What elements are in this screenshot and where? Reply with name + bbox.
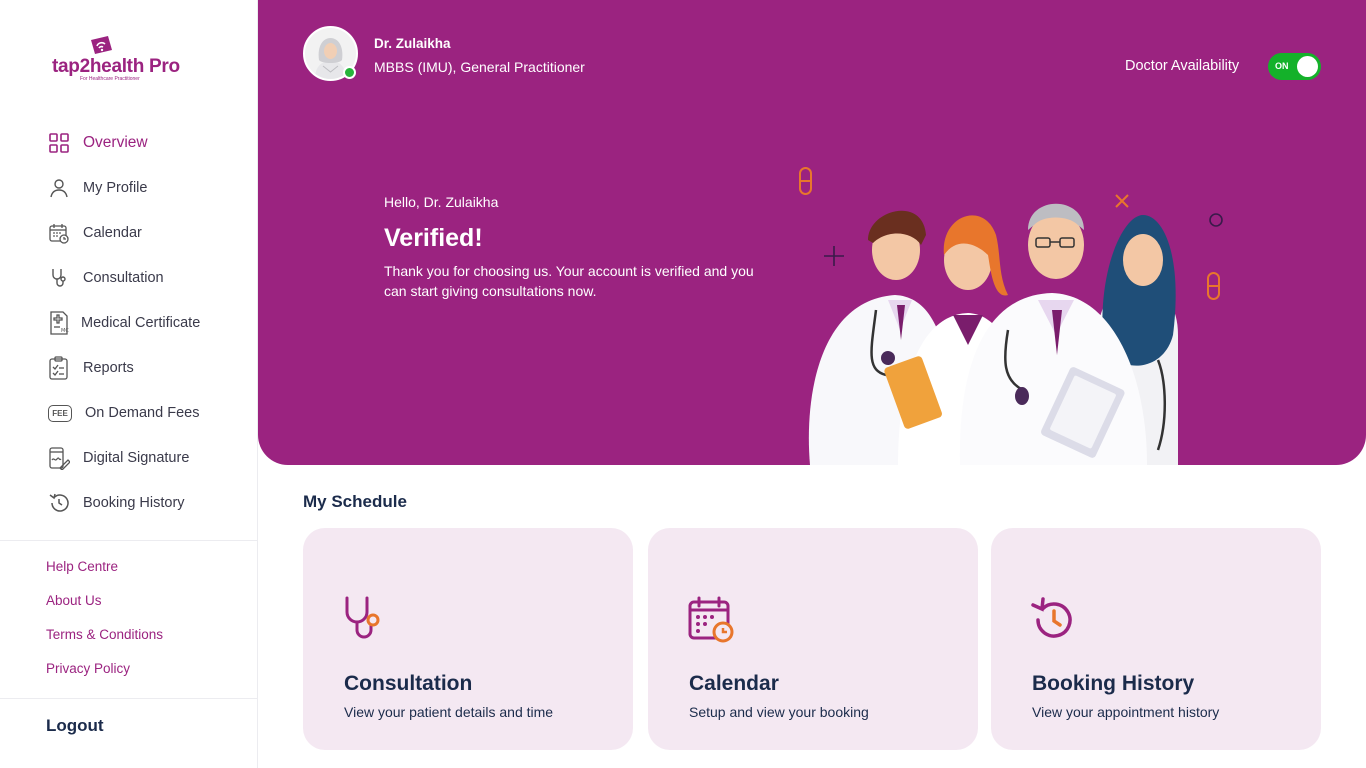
- sidebar-item-label: Reports: [83, 360, 134, 376]
- card-title: Calendar: [689, 672, 779, 695]
- schedule-card-calendar[interactable]: Calendar Setup and view your booking: [648, 528, 978, 750]
- sidebar-divider: [0, 698, 257, 699]
- sidebar-item-my-profile[interactable]: My Profile: [46, 173, 147, 203]
- verified-message: Thank you for choosing us. Your account …: [384, 263, 754, 299]
- toggle-knob: [1297, 56, 1318, 77]
- schedule-card-booking-history[interactable]: Booking History View your appointment hi…: [991, 528, 1321, 750]
- doctor-name: Dr. Zulaikha: [374, 36, 451, 51]
- sidebar-item-consultation[interactable]: Consultation: [46, 263, 164, 293]
- card-subtitle: Setup and view your booking: [689, 704, 869, 720]
- link-about-us[interactable]: About Us: [46, 593, 102, 608]
- brand-name: tap2health Pro: [52, 56, 180, 77]
- availability-label: Doctor Availability: [1125, 58, 1240, 74]
- stethoscope-icon: [46, 265, 72, 291]
- sidebar-item-label: Booking History: [83, 495, 185, 511]
- signature-icon: [46, 445, 72, 471]
- history-icon: [1031, 597, 1072, 638]
- sidebar-item-label: Consultation: [83, 270, 164, 286]
- schedule-card-consultation[interactable]: Consultation View your patient details a…: [303, 528, 633, 750]
- availability-toggle[interactable]: ON: [1268, 53, 1321, 80]
- sidebar-item-medical-certificate[interactable]: MC Medical Certificate: [46, 308, 200, 338]
- sidebar-item-label: Medical Certificate: [81, 315, 201, 331]
- sidebar-divider: [0, 540, 257, 541]
- card-title: Consultation: [344, 672, 473, 695]
- link-privacy-policy[interactable]: Privacy Policy: [46, 661, 130, 676]
- online-status-dot: [343, 66, 356, 79]
- greeting-text: Hello, Dr. Zulaikha: [384, 194, 499, 210]
- brand-tagline: For Healthcare Practitioner: [80, 76, 140, 82]
- brand-logo[interactable]: tap2health Pro For Healthcare Practition…: [52, 36, 192, 86]
- sidebar-item-label: Overview: [83, 134, 148, 151]
- svg-text:MC: MC: [61, 328, 69, 334]
- history-icon: [46, 490, 72, 516]
- sidebar-item-reports[interactable]: Reports: [46, 353, 134, 383]
- sidebar-item-label: Calendar: [83, 225, 142, 241]
- link-terms-conditions[interactable]: Terms & Conditions: [46, 627, 163, 642]
- sidebar-item-overview[interactable]: Overview: [46, 128, 148, 158]
- logout-button[interactable]: Logout: [46, 716, 104, 736]
- calendar-icon: [46, 220, 72, 246]
- sidebar-item-booking-history[interactable]: Booking History: [46, 488, 185, 518]
- schedule-title: My Schedule: [303, 492, 407, 511]
- sidebar-item-label: Digital Signature: [83, 450, 190, 466]
- calendar-clock-icon: [688, 596, 734, 643]
- stethoscope-icon: [345, 596, 380, 639]
- sidebar-item-label: My Profile: [83, 180, 148, 196]
- card-title: Booking History: [1032, 672, 1195, 695]
- grid-icon: [46, 130, 72, 156]
- welcome-banner: Dr. Zulaikha MBBS (IMU), General Practit…: [258, 0, 1366, 465]
- doctors-illustration: [799, 167, 1223, 465]
- doctor-qualification: MBBS (IMU), General Practitioner: [374, 59, 585, 75]
- sidebar-item-calendar[interactable]: Calendar: [46, 218, 142, 248]
- certificate-icon: MC: [46, 310, 72, 336]
- user-icon: [46, 175, 72, 201]
- card-subtitle: View your patient details and time: [344, 704, 554, 720]
- sidebar-item-digital-signature[interactable]: Digital Signature: [46, 443, 189, 473]
- logo-mark-icon: [91, 36, 112, 54]
- sidebar: tap2health Pro For Healthcare Practition…: [0, 0, 258, 768]
- fee-icon-label: FEE: [48, 404, 72, 422]
- fee-icon: FEE: [46, 400, 74, 426]
- clipboard-icon: [46, 355, 72, 381]
- toggle-state-label: ON: [1275, 61, 1289, 71]
- link-help-centre[interactable]: Help Centre: [46, 559, 118, 574]
- sidebar-item-label: On Demand Fees: [85, 405, 200, 421]
- card-subtitle: View your appointment history: [1032, 704, 1220, 720]
- sidebar-item-on-demand-fees[interactable]: FEE On Demand Fees: [46, 398, 199, 428]
- verified-title: Verified!: [384, 224, 483, 252]
